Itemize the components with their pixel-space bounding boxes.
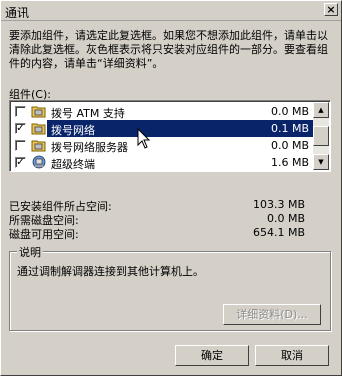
components-list[interactable]: 拨号 ATM 支持 0.0 MB ✓ 拨号网络 0.1 MB 拨号网络服务器 0…: [9, 100, 331, 172]
required-space-value: 0.0 MB: [266, 212, 305, 225]
item-size: 0.0 MB: [270, 105, 309, 118]
checkbox[interactable]: [15, 140, 26, 151]
folder-network-icon: [31, 123, 46, 135]
description-text: 通过调制解调器连接到其他计算机上。: [17, 265, 204, 278]
item-size: 0.0 MB: [270, 139, 309, 152]
installed-space-value: 103.3 MB: [252, 198, 305, 211]
scroll-down-button[interactable]: ▼: [313, 154, 329, 170]
cancel-button[interactable]: 取消: [255, 345, 329, 366]
item-name: 拨号 ATM 支持: [51, 107, 125, 120]
communications-dialog: 通讯 × 要添加组件，请选定此复选框。如果您不想添加此组件，请单击以清除此复选框…: [0, 0, 342, 376]
close-button[interactable]: ×: [324, 3, 338, 16]
title-bar: 通讯 ×: [1, 1, 341, 21]
description-group-title: 说明: [17, 244, 43, 260]
checkbox[interactable]: ✓: [15, 123, 26, 134]
window-title: 通讯: [5, 6, 30, 20]
list-item[interactable]: 拨号网络服务器 0.0 MB: [11, 137, 313, 154]
mouse-cursor-icon: [137, 128, 151, 149]
checkbox[interactable]: ✓: [15, 157, 26, 168]
list-item[interactable]: ✓ 超级终端 1.6 MB: [11, 154, 313, 171]
available-space-value: 654.1 MB: [252, 226, 305, 239]
instructions-text: 要添加组件，请选定此复选框。如果您不想添加此组件，请单击以清除此复选框。灰色框表…: [9, 29, 328, 70]
folder-network-icon: [31, 140, 46, 152]
details-button[interactable]: 详细资料(D)...: [223, 304, 321, 325]
item-size: 1.6 MB: [270, 156, 309, 169]
item-size: 0.1 MB: [270, 122, 309, 135]
item-name: 拨号网络服务器: [51, 141, 128, 154]
item-name: 超级终端: [51, 158, 95, 171]
folder-network-icon: [31, 106, 46, 118]
scroll-up-button[interactable]: ▲: [313, 102, 329, 118]
checkbox[interactable]: [15, 106, 26, 117]
ok-button[interactable]: 确定: [175, 345, 249, 366]
list-item[interactable]: 拨号 ATM 支持 0.0 MB: [11, 103, 313, 120]
available-space-label: 磁盘可用空间:: [9, 228, 79, 241]
list-scrollbar[interactable]: ▲ ▼: [313, 102, 329, 170]
scroll-thumb[interactable]: [313, 126, 329, 146]
item-name: 拨号网络: [51, 124, 95, 137]
hyperterminal-icon: [32, 155, 46, 169]
list-item[interactable]: ✓ 拨号网络 0.1 MB: [11, 120, 313, 137]
